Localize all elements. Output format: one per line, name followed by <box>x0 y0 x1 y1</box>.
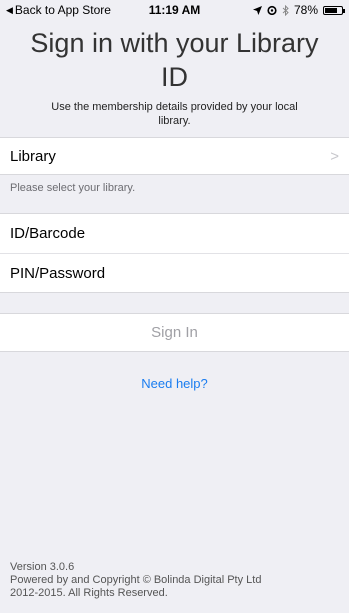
library-hint: Please select your library. <box>10 182 136 194</box>
status-bar: ◀ Back to App Store 11:19 AM 78% <box>0 0 349 20</box>
bluetooth-icon <box>282 4 289 16</box>
alarm-icon <box>267 5 277 15</box>
header: Sign in with your Library ID Use the mem… <box>0 26 349 128</box>
pin-password-label: PIN/Password <box>10 264 106 282</box>
id-barcode-field[interactable]: ID/Barcode <box>0 213 349 253</box>
back-triangle-icon: ◀ <box>6 4 13 15</box>
need-help-link[interactable]: Need help? <box>0 376 349 391</box>
version-text: Version 3.0.6 <box>10 561 75 573</box>
chevron-right-icon: > <box>330 147 339 165</box>
id-barcode-label: ID/Barcode <box>10 225 86 242</box>
back-to-app-store[interactable]: ◀ Back to App Store <box>6 3 253 17</box>
copyright-line-1: Powered by and Copyright © Bolinda Digit… <box>10 574 262 586</box>
copyright-line-2: 2012-2015. All Rights Reserved. <box>10 587 168 599</box>
sign-in-label: Sign In <box>151 324 198 341</box>
sign-in-button[interactable]: Sign In <box>0 313 349 352</box>
library-select[interactable]: Library > <box>0 137 349 175</box>
page-title: Sign in with your Library ID <box>30 28 319 92</box>
location-arrow-icon <box>252 5 262 15</box>
footer: Version 3.0.6 Powered by and Copyright ©… <box>10 561 261 600</box>
back-to-app-store-label: Back to App Store <box>14 3 111 17</box>
battery-level <box>325 7 338 13</box>
library-label: Library <box>10 147 56 165</box>
battery-percent: 78% <box>293 3 318 17</box>
page-subtitle: Use the membership details provided by y… <box>51 101 298 127</box>
pin-password-field[interactable]: PIN/Password <box>0 253 349 293</box>
status-icons: 78% <box>252 3 345 17</box>
battery-icon <box>323 5 345 15</box>
